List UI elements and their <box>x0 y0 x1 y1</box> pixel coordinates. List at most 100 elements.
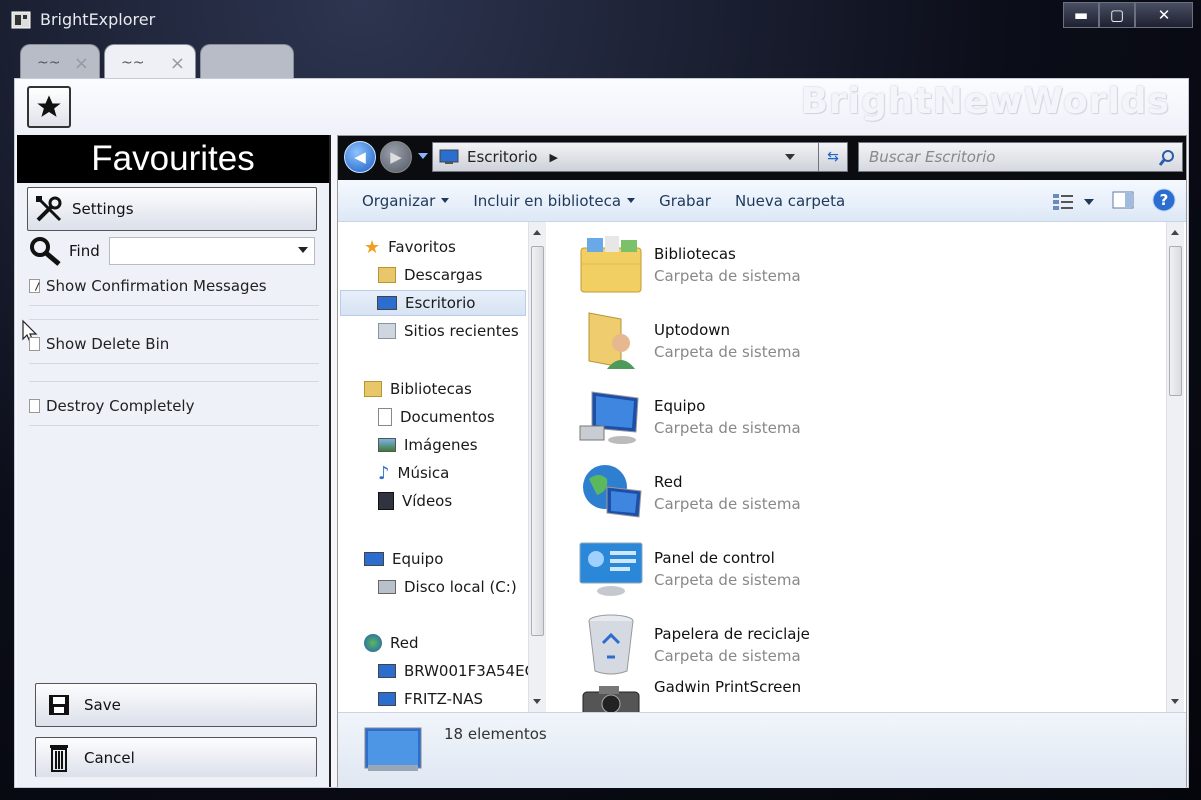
list-item[interactable]: Uptodown Carpeta de sistema <box>578 306 1158 376</box>
favourites-toggle-button[interactable] <box>27 86 71 128</box>
list-item[interactable]: Equipo Carpeta de sistema <box>578 382 1158 452</box>
top-toolbar: BrightNewWorlds <box>15 79 1188 135</box>
floppy-disk-icon <box>49 695 69 715</box>
tab-label: ~~ <box>37 54 61 71</box>
nav-pictures[interactable]: Imágenes <box>378 432 478 458</box>
recycle-bin-icon <box>578 612 644 678</box>
list-item[interactable]: Bibliotecas Carpeta de sistema <box>578 230 1158 300</box>
nav-computer[interactable]: Equipo <box>364 546 443 572</box>
destroy-checkbox[interactable] <box>29 399 40 413</box>
tab-2[interactable]: ~~ × <box>104 44 196 80</box>
nav-favorites[interactable]: ★ Favoritos <box>364 234 456 260</box>
computer-icon <box>364 552 384 566</box>
nav-downloads[interactable]: Descargas <box>378 262 482 288</box>
drive-icon <box>378 580 396 594</box>
settings-button[interactable]: Settings <box>27 187 317 231</box>
option-destroy-completely[interactable]: Destroy Completely <box>29 393 321 419</box>
divider <box>29 305 319 306</box>
search-input[interactable]: Buscar Escritorio <box>858 142 1183 172</box>
chevron-down-icon <box>298 247 308 253</box>
recent-places-icon <box>378 323 396 339</box>
scroll-down-icon[interactable] <box>533 699 541 704</box>
scroll-thumb[interactable] <box>531 246 544 636</box>
network-icon <box>364 634 382 652</box>
cancel-button[interactable]: Cancel <box>35 737 317 777</box>
find-label: Find <box>69 242 100 260</box>
tab-1[interactable]: ~~ × <box>20 44 100 80</box>
nav-local-disk[interactable]: Disco local (C:) <box>378 574 517 600</box>
scroll-up-icon[interactable] <box>1171 230 1179 235</box>
nav-videos[interactable]: Vídeos <box>378 488 452 514</box>
new-folder-button[interactable]: Nueva carpeta <box>735 192 845 210</box>
nav-network-device[interactable]: BRW001F3A54EC <box>378 658 535 684</box>
list-item[interactable]: Gadwin PrintScreen <box>578 678 1158 712</box>
include-library-menu[interactable]: Incluir en biblioteca <box>473 191 636 210</box>
burn-button[interactable]: Grabar <box>659 192 711 210</box>
confirmation-checkbox[interactable] <box>29 279 40 293</box>
preview-pane-button[interactable] <box>1112 190 1134 214</box>
nav-music[interactable]: ♪ Música <box>378 460 449 486</box>
window-controls: ▬ ▢ ✕ <box>1063 2 1193 28</box>
help-button[interactable]: ? <box>1152 188 1176 216</box>
command-bar: Organizar Incluir en biblioteca Grabar N… <box>338 180 1186 222</box>
delete-bin-checkbox[interactable] <box>29 337 40 351</box>
option-delete-bin[interactable]: Show Delete Bin <box>29 331 321 357</box>
main-frame: BrightNewWorlds Favourites Settings Find <box>14 78 1189 788</box>
save-button[interactable]: Save <box>35 683 317 727</box>
save-label: Save <box>84 696 121 714</box>
music-icon: ♪ <box>378 462 390 484</box>
nav-libraries[interactable]: Bibliotecas <box>364 376 472 402</box>
nav-label: Equipo <box>392 550 444 568</box>
chevron-down-icon[interactable] <box>785 154 795 160</box>
desktop-icon <box>377 296 397 310</box>
navigation-scrollbar[interactable] <box>528 222 546 712</box>
address-bar[interactable]: Escritorio ▶ <box>432 142 846 172</box>
new-tab[interactable] <box>200 44 294 80</box>
close-tab-icon[interactable]: × <box>74 53 89 74</box>
item-type: Carpeta de sistema <box>654 343 801 361</box>
refresh-button[interactable]: ⇆ <box>818 142 848 172</box>
organize-menu[interactable]: Organizar <box>362 192 450 210</box>
option-confirmation[interactable]: Show Confirmation Messages <box>29 273 321 299</box>
svg-text:?: ? <box>1160 191 1169 209</box>
view-options-button[interactable] <box>1052 192 1094 212</box>
content-scrollbar[interactable] <box>1166 222 1184 712</box>
title-bar: BrightExplorer ▬ ▢ ✕ <box>0 0 1201 40</box>
list-item[interactable]: Red Carpeta de sistema <box>578 458 1158 528</box>
forward-button[interactable]: ▶ <box>380 141 412 173</box>
scroll-up-icon[interactable] <box>533 230 541 235</box>
nav-network[interactable]: Red <box>364 630 419 656</box>
nav-desktop[interactable]: Escritorio <box>340 290 526 316</box>
window-title: BrightExplorer <box>40 10 156 29</box>
minimize-button[interactable]: ▬ <box>1063 2 1099 28</box>
close-tab-icon[interactable]: × <box>170 53 185 74</box>
navigation-pane: ★ Favoritos Descargas Escritorio Sitios … <box>338 222 546 712</box>
find-row: Find <box>29 235 319 267</box>
nav-label: Red <box>390 634 419 652</box>
desktop-icon <box>439 149 459 164</box>
breadcrumb-chevron-icon[interactable]: ▶ <box>549 151 557 164</box>
nav-network-device[interactable]: FRITZ-NAS <box>378 686 483 712</box>
find-dropdown[interactable] <box>109 237 315 265</box>
item-type: Carpeta de sistema <box>654 267 801 285</box>
command-label: Incluir en biblioteca <box>473 191 622 210</box>
nav-documents[interactable]: Documentos <box>378 404 495 430</box>
item-name: Gadwin PrintScreen <box>654 678 802 696</box>
refresh-icon: ⇆ <box>827 149 839 165</box>
list-item[interactable]: Papelera de reciclaje Carpeta de sistema <box>578 610 1158 680</box>
option-label: Show Confirmation Messages <box>46 277 267 295</box>
brand-logo: BrightNewWorlds <box>800 81 1170 122</box>
history-dropdown-icon[interactable] <box>418 153 428 159</box>
maximize-button[interactable]: ▢ <box>1099 2 1135 28</box>
close-button[interactable]: ✕ <box>1135 2 1193 28</box>
back-button[interactable]: ◀ <box>344 141 376 173</box>
computer-icon <box>378 664 396 678</box>
video-icon <box>378 492 394 510</box>
scroll-down-icon[interactable] <box>1171 699 1179 704</box>
camera-icon <box>578 678 644 712</box>
search-placeholder: Buscar Escritorio <box>869 148 996 166</box>
app-icon <box>10 9 32 31</box>
nav-recent-places[interactable]: Sitios recientes <box>378 318 519 344</box>
list-item[interactable]: Panel de control Carpeta de sistema <box>578 534 1158 604</box>
scroll-thumb[interactable] <box>1169 246 1182 396</box>
